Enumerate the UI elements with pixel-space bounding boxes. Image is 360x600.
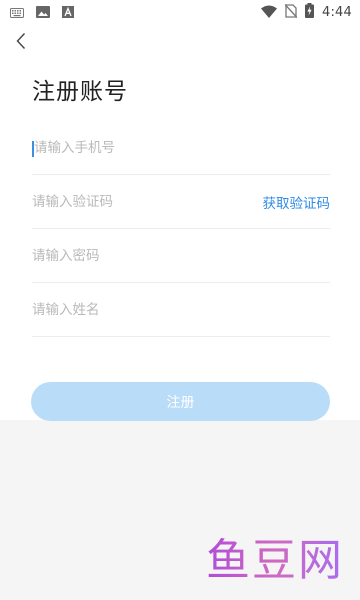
bottom-panel: 鱼豆网 xyxy=(0,420,360,600)
text-caret xyxy=(32,141,34,157)
chevron-left-icon xyxy=(15,32,27,54)
verification-code-input[interactable] xyxy=(32,189,232,214)
name-field xyxy=(32,283,330,337)
code-field: 获取验证码 xyxy=(32,175,330,229)
status-bar: 4:44 xyxy=(0,0,360,24)
get-code-button[interactable]: 获取验证码 xyxy=(263,192,331,212)
register-button[interactable]: 注册 xyxy=(31,382,330,421)
status-left-icons xyxy=(10,3,74,22)
register-form: 获取验证码 xyxy=(32,122,330,337)
image-icon xyxy=(36,3,50,22)
register-screen: 4:44 注册账号 获取验证码 鱼豆网 注册 xyxy=(0,0,360,600)
phone-input[interactable] xyxy=(32,136,234,160)
back-button[interactable] xyxy=(8,30,34,56)
status-time: 4:44 xyxy=(322,4,352,20)
watermark-logo: 鱼豆网 xyxy=(206,524,344,588)
password-input[interactable] xyxy=(32,243,232,268)
battery-charging-icon xyxy=(305,2,314,22)
no-sim-icon xyxy=(284,3,298,22)
phone-field xyxy=(32,122,330,175)
font-icon xyxy=(62,3,74,22)
name-input[interactable] xyxy=(32,297,232,322)
keyboard-icon xyxy=(10,3,24,22)
password-field xyxy=(32,229,330,283)
page-title: 注册账号 xyxy=(32,79,128,105)
wifi-icon xyxy=(261,3,277,22)
status-right-icons: 4:44 xyxy=(261,2,352,22)
